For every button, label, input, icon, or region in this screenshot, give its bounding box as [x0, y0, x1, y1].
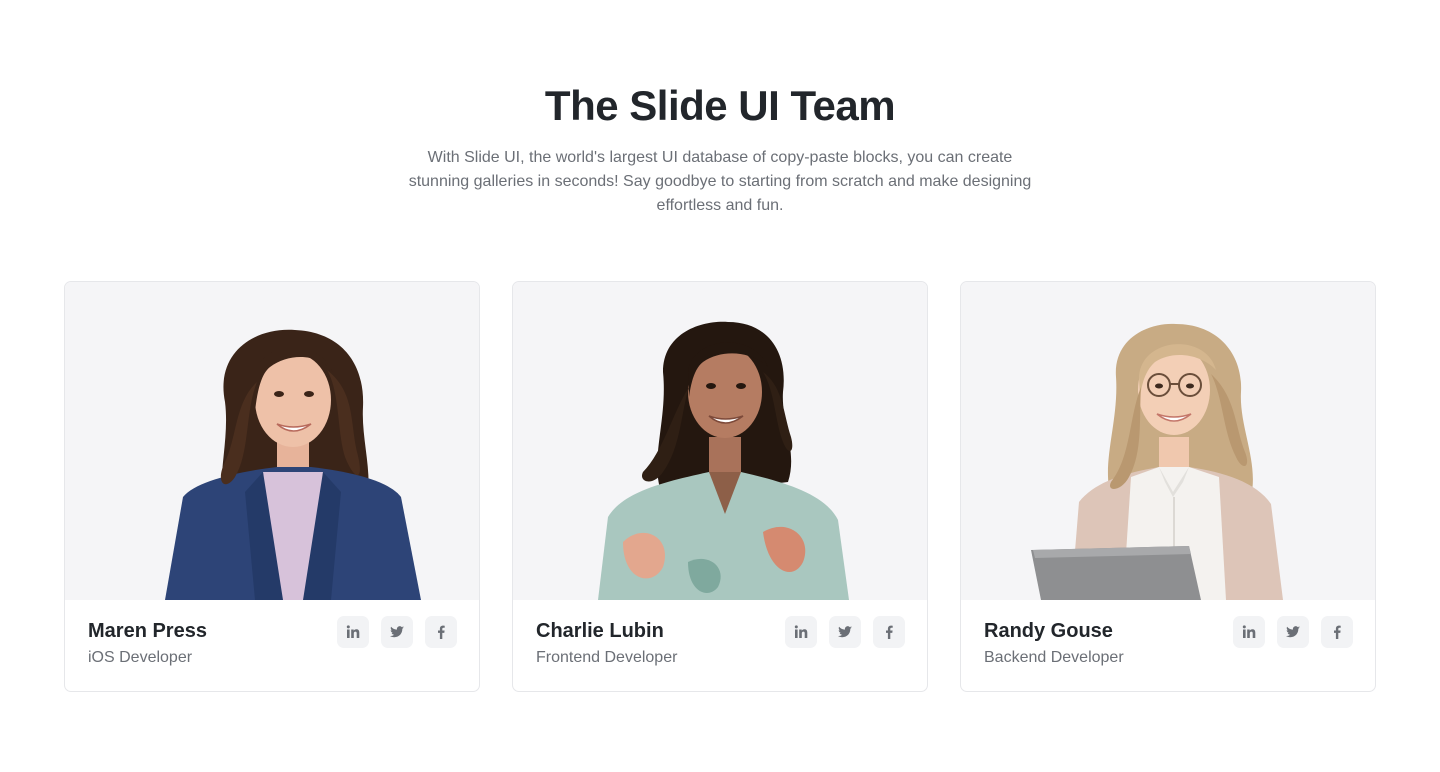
page-subtitle: With Slide UI, the world's largest UI da… [408, 149, 1032, 214]
linkedin-icon [346, 625, 360, 638]
member-name: Maren Press [88, 620, 207, 642]
facebook-icon [886, 625, 893, 639]
portrait-illustration [1031, 323, 1283, 600]
member-role: Backend Developer [984, 649, 1124, 666]
linkedin-button[interactable] [785, 616, 817, 648]
social-links [1233, 616, 1353, 648]
team-section: The Slide UI Team With Slide UI, the wor… [0, 0, 1440, 772]
twitter-button[interactable] [381, 616, 413, 648]
linkedin-button[interactable] [337, 616, 369, 648]
member-photo [961, 282, 1375, 600]
team-card-maren-press: Maren Press iOS Developer [64, 281, 480, 692]
portrait-illustration [598, 321, 849, 600]
linkedin-button[interactable] [1233, 616, 1265, 648]
twitter-button[interactable] [829, 616, 861, 648]
member-info: Maren Press iOS Developer [65, 600, 479, 691]
facebook-button[interactable] [425, 616, 457, 648]
twitter-button[interactable] [1277, 616, 1309, 648]
member-name: Charlie Lubin [536, 620, 664, 642]
member-photo [65, 282, 479, 600]
member-name: Randy Gouse [984, 620, 1113, 642]
page-title: The Slide UI Team [544, 82, 896, 129]
member-info: Charlie Lubin Frontend Developer [513, 600, 927, 691]
linkedin-icon [794, 625, 808, 638]
twitter-icon [838, 626, 852, 638]
twitter-icon [390, 626, 404, 638]
portrait-illustration [165, 329, 421, 600]
member-role: iOS Developer [88, 649, 193, 666]
team-card-charlie-lubin: Charlie Lubin Frontend Developer [512, 281, 928, 692]
facebook-icon [1334, 625, 1341, 639]
facebook-button[interactable] [873, 616, 905, 648]
member-info: Randy Gouse Backend Developer [961, 600, 1375, 691]
linkedin-icon [1242, 625, 1256, 638]
twitter-icon [1286, 626, 1300, 638]
social-links [785, 616, 905, 648]
facebook-icon [438, 625, 445, 639]
social-links [337, 616, 457, 648]
team-card-randy-gouse: Randy Gouse Backend Developer [960, 281, 1376, 692]
member-role: Frontend Developer [536, 649, 678, 666]
member-photo [513, 282, 927, 600]
facebook-button[interactable] [1321, 616, 1353, 648]
